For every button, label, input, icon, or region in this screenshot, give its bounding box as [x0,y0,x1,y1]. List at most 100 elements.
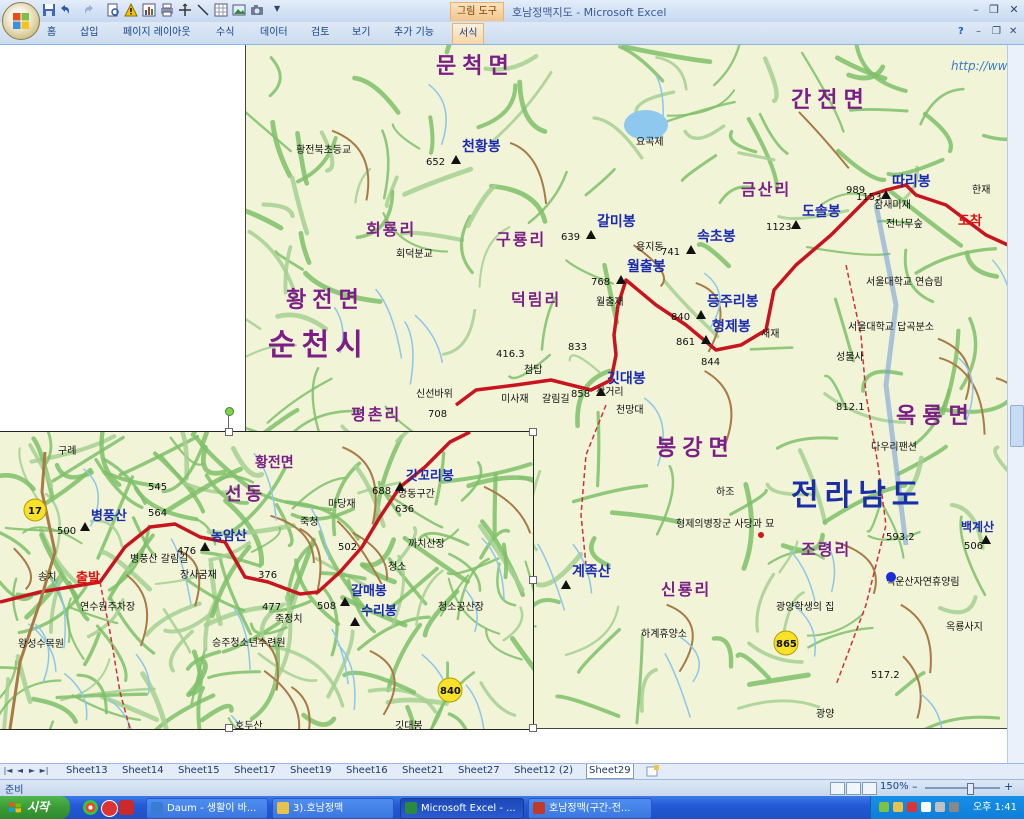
tab-home[interactable]: 홈 [47,25,56,41]
map-small-label: 다우리팬션 [871,441,917,453]
location-dot-icon [886,572,896,582]
printer-icon[interactable] [160,3,174,17]
picture-icon[interactable] [232,3,246,17]
window-app-icon [405,802,417,814]
pen-icon[interactable] [879,802,889,812]
line-tool-icon[interactable] [196,3,210,17]
page-break-view-button[interactable] [862,782,877,795]
tray-app-icon[interactable] [907,802,917,812]
reservoir [624,110,668,140]
office-button[interactable] [2,2,40,40]
restore-button[interactable]: ❐ [986,3,1002,17]
peak-elevation: 1123 [766,222,791,233]
zoom-out-button[interactable]: – [912,780,918,793]
warning-icon[interactable] [124,3,138,17]
volume-icon[interactable] [949,802,959,812]
map-small-label: 636 [395,504,414,515]
tab-data[interactable]: 데이터 [260,25,288,41]
sheet-tab-active[interactable]: Sheet29 [586,764,634,779]
chart-icon[interactable] [142,3,156,17]
sheet-tab[interactable]: Sheet19 [288,764,334,778]
sheet-tab[interactable]: Sheet16 [344,764,390,778]
sheet-tab[interactable]: Sheet15 [176,764,222,778]
sheet-tab[interactable]: Sheet14 [120,764,166,778]
taskbar-window-button[interactable]: Microsoft Excel - ... [400,798,524,819]
ribbon-close-button[interactable]: ✕ [1009,26,1017,37]
grid-icon[interactable] [214,3,228,17]
ribbon-tabs: 홈 삽입 페이지 레이아웃 수식 데이터 검토 보기 추가 기능 서식 ? – … [0,22,1024,45]
chrome-icon[interactable] [83,800,98,815]
resize-handle-top[interactable] [225,428,233,436]
map-small-label: 833 [568,342,587,353]
taskbar-window-button[interactable]: 호남정맥(구간-전... [528,798,652,819]
ribbon-restore-button[interactable]: ❐ [992,26,1001,37]
help-button[interactable]: ? [958,26,964,37]
map-small-label: 564 [148,508,167,519]
prev-sheet-button[interactable]: ◄ [15,765,25,777]
print-preview-icon[interactable] [106,3,120,17]
sheet-tab[interactable]: Sheet17 [232,764,278,778]
ribbon-minimize-button[interactable]: – [976,26,981,37]
resize-handle-right[interactable] [529,576,537,584]
worksheet-area[interactable]: 문척면 간전면 금산리 회룡리 구룡리 덕림리 황전면 순천시 평촌리 봉강면 전라남도 옥룡면 조령리… [0,45,1007,763]
zoom-slider-track[interactable] [925,787,1000,789]
tab-review[interactable]: 검토 [311,25,329,41]
network-icon[interactable] [921,802,931,812]
map-small-label: 승주청소년수련원 [212,637,286,649]
zoom-in-button[interactable]: + [1004,780,1013,793]
zoom-slider-knob[interactable] [967,783,974,795]
map-small-label: 812.1 [836,402,865,413]
sheet-tab[interactable]: Sheet12 (2) [512,764,575,778]
taskbar-window-button[interactable]: Daum - 생활이 바... [146,798,268,819]
insert-sheet-icon[interactable] [646,765,660,777]
zoom-level[interactable]: 150% [880,781,909,792]
resize-handle-bottom-right[interactable] [529,724,537,732]
sheet-tab[interactable]: Sheet27 [456,764,502,778]
map-small-label: 416.3 [496,349,525,360]
last-sheet-button[interactable]: ►| [39,765,49,777]
sheet-tab[interactable]: Sheet13 [64,764,110,778]
place-label: 신룡리 [661,580,711,599]
undo-icon[interactable] [58,3,72,17]
redo-icon[interactable] [82,3,96,17]
peak-elevation: 688 [372,486,391,497]
map-image-inset[interactable]: 선동 황전면 갓꼬리봉 688 농암산 476 병풍산 500 갈매봉 508 수리봉 망동구간 636… [0,431,534,730]
peak-name: 깃대봉 [607,370,646,387]
camera-icon[interactable] [250,3,264,17]
rotation-handle[interactable] [225,407,234,416]
quicklaunch-app-icon[interactable] [101,800,118,817]
tab-insert[interactable]: 삽입 [80,25,98,41]
map-small-label: 천망대 [616,404,644,416]
scrollbar-thumb[interactable] [1010,405,1024,447]
map-small-label: 깃대봉 [395,720,423,729]
peak-elevation: 639 [561,232,580,243]
vertical-scrollbar[interactable] [1007,45,1024,763]
peak-name: 계족산 [572,563,611,580]
save-icon[interactable] [42,3,56,17]
tab-page-layout[interactable]: 페이지 레이아웃 [123,25,191,41]
tab-formulas[interactable]: 수식 [216,25,234,41]
qat-customize-icon[interactable]: ▼ [274,4,288,18]
close-button[interactable]: ✕ [1006,3,1022,17]
tray-app-icon[interactable] [893,802,903,812]
taskbar-window-button[interactable]: 3).호남정맥 [272,798,394,819]
shield-icon[interactable] [119,800,134,815]
tab-add-ins[interactable]: 추가 기능 [394,25,434,41]
crosshair-icon[interactable] [178,3,192,17]
resize-handle-top-right[interactable] [529,428,537,436]
next-sheet-button[interactable]: ► [27,765,37,777]
resize-handle-bottom[interactable] [225,724,233,732]
map-small-label: 삼거리 [596,386,624,398]
start-button[interactable]: 시작 [0,796,70,819]
normal-view-button[interactable] [830,782,845,795]
sheet-tab[interactable]: Sheet21 [400,764,446,778]
tab-view[interactable]: 보기 [352,25,370,41]
tab-format[interactable]: 서식 [452,23,485,44]
tray-app-icon[interactable] [935,802,945,812]
map-small-label: 갈림길 [542,392,570,405]
map-small-label: 서울대학교 답곡분소 [848,321,934,333]
first-sheet-button[interactable]: |◄ [3,765,13,777]
page-layout-view-button[interactable] [846,782,861,795]
peak-name: 속초봉 [697,229,736,245]
minimize-button[interactable]: – [968,3,984,17]
